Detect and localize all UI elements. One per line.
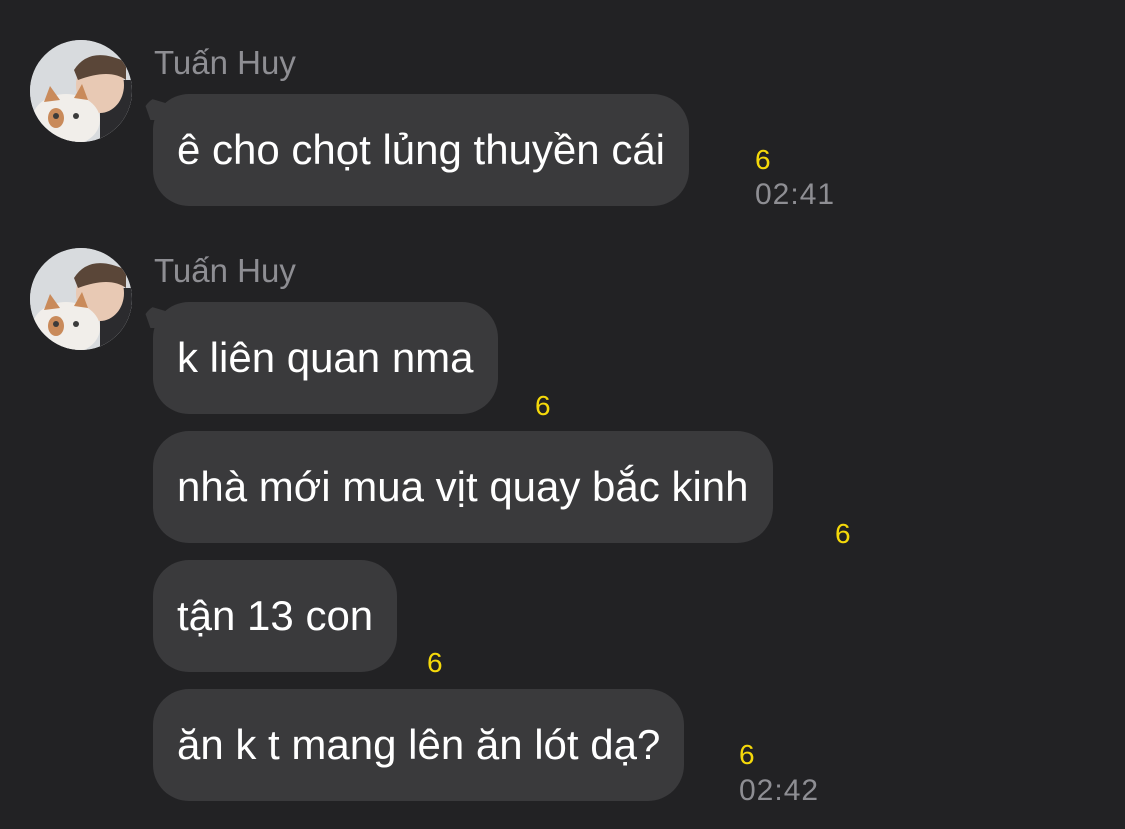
message-count-badge: 6 [535,390,551,421]
message-bubble[interactable]: ăn k t mang lên ăn lót dạ? [153,689,685,801]
avatar-photo-icon [30,248,132,350]
sender-name: Tuấn Huy [154,44,296,81]
message-bubble[interactable]: k liên quan nma [153,302,498,414]
message-count-badge: 6 [739,739,755,770]
avatar[interactable] [30,248,132,350]
message-bubble[interactable]: ê cho chọt lủng thuyền cái [153,94,690,206]
message-timestamp: 02:42 [739,774,820,807]
message-count-badge: 6 [755,144,771,175]
avatar-photo-icon [30,40,132,142]
message-bubble[interactable]: tận 13 con [153,560,398,672]
message-timestamp: 02:41 [755,178,836,211]
message-bubble[interactable]: nhà mới mua vịt quay bắc kinh [153,431,773,543]
message-count-badge: 6 [835,518,851,549]
avatar[interactable] [30,40,132,142]
message-count-badge: 6 [427,647,443,678]
sender-name: Tuấn Huy [154,252,296,289]
